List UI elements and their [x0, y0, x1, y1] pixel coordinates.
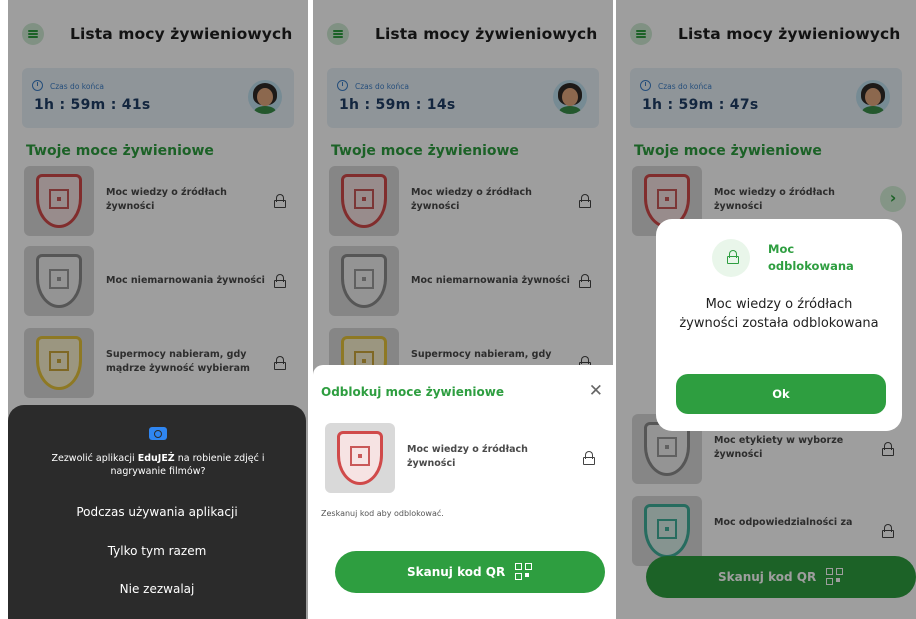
- list-item-label: Moc wiedzy o źródłach żywności: [714, 187, 835, 212]
- lock-icon: [882, 524, 894, 538]
- page-title: Lista mocy żywieniowych: [70, 25, 293, 43]
- timer-icon: [337, 80, 348, 91]
- close-icon[interactable]: ✕: [589, 383, 603, 400]
- unlock-icon: [727, 250, 739, 264]
- app-header: Lista mocy żywieniowych: [313, 0, 613, 66]
- lock-icon: [579, 274, 591, 288]
- section-title: Twoje moce żywieniowe: [26, 143, 214, 159]
- sheet-title: Odblokuj moce żywieniowe: [321, 385, 504, 399]
- timer-card: Czas do końca 1h : 59m : 41s: [22, 68, 294, 128]
- power-badge: [24, 246, 94, 316]
- camera-icon: [149, 427, 167, 440]
- avatar[interactable]: [856, 80, 890, 114]
- section-title: Twoje moce żywieniowe: [331, 143, 519, 159]
- qr-code-icon: [515, 563, 533, 581]
- page-title: Lista mocy żywieniowych: [375, 25, 598, 43]
- screen-unlock-sheet: Lista mocy żywieniowych Czas do końca 1h…: [313, 0, 613, 619]
- menu-icon[interactable]: [327, 23, 349, 45]
- shield-icon: [36, 336, 82, 390]
- avatar[interactable]: [248, 80, 282, 114]
- list-item[interactable]: Supermocy nabieram, gdy mądrze żywność w…: [22, 328, 300, 402]
- list-item[interactable]: Moc wiedzy o źródłach żywności: [323, 423, 601, 497]
- lock-icon: [583, 451, 595, 465]
- timer-label: Czas do końca: [355, 82, 409, 91]
- power-badge: [24, 328, 94, 398]
- power-badge: [24, 166, 94, 236]
- list-item-label: Moc wiedzy o źródłach żywności: [407, 444, 528, 469]
- list-item[interactable]: Moc niemarnowania żywności: [327, 246, 605, 320]
- list-item[interactable]: Moc wiedzy o źródłach żywności: [327, 166, 605, 240]
- shield-icon: [644, 504, 690, 558]
- lock-icon: [274, 356, 286, 370]
- list-item-label: Moc etykiety w wyborze żywności: [714, 435, 844, 460]
- app-header: Lista mocy żywieniowych: [8, 0, 308, 66]
- list-item-label: Moc niemarnowania żywności: [411, 275, 570, 286]
- ok-button[interactable]: Ok: [676, 374, 886, 414]
- timer-label: Czas do końca: [658, 82, 712, 91]
- list-item-label: Moc odpowiedzialności za: [714, 517, 853, 528]
- list-item-label: Moc wiedzy o źródłach żywności: [411, 187, 532, 212]
- list-item[interactable]: Moc niemarnowania żywności: [22, 246, 300, 320]
- timer-card: Czas do końca 1h : 59m : 47s: [630, 68, 902, 128]
- scan-qr-label: Skanuj kod QR: [718, 570, 817, 584]
- list-item[interactable]: Moc wiedzy o źródłach żywności: [22, 166, 300, 240]
- shield-icon: [341, 174, 387, 228]
- avatar[interactable]: [553, 80, 587, 114]
- scan-qr-button[interactable]: Skanuj kod QR: [335, 551, 605, 593]
- timer-label: Czas do końca: [50, 82, 104, 91]
- lock-icon: [579, 194, 591, 208]
- timer-value: 1h : 59m : 41s: [34, 97, 151, 113]
- shield-icon: [341, 254, 387, 308]
- unlock-badge: [712, 239, 750, 277]
- power-badge: [329, 166, 399, 236]
- dialog-message: Moc wiedzy o źródłach żywności została o…: [679, 297, 879, 331]
- shield-icon: [36, 254, 82, 308]
- app-header: Lista mocy żywieniowych: [616, 0, 916, 66]
- power-badge: [325, 423, 395, 493]
- screen-permission: Lista mocy żywieniowych Czas do końca 1h…: [8, 0, 308, 619]
- lock-icon: [274, 274, 286, 288]
- timer-value: 1h : 59m : 47s: [642, 97, 759, 113]
- allow-once-button[interactable]: Tylko tym razem: [8, 544, 306, 558]
- list-item-label: Supermocy nabieram, gdy mądrze żywność w…: [106, 349, 250, 374]
- shield-icon: [337, 431, 383, 485]
- deny-button[interactable]: Nie zezwalaj: [8, 582, 306, 596]
- timer-icon: [32, 80, 43, 91]
- list-item-label: Moc wiedzy o źródłach żywności: [106, 187, 227, 212]
- app-name: EduJEŻ: [137, 453, 175, 464]
- scan-qr-button[interactable]: Skanuj kod QR: [646, 556, 916, 598]
- shield-icon: [36, 174, 82, 228]
- lock-icon: [274, 194, 286, 208]
- timer-card: Czas do końca 1h : 59m : 14s: [327, 68, 599, 128]
- chevron-right-icon[interactable]: ›: [880, 186, 906, 212]
- scan-hint: Zeskanuj kod aby odblokować.: [321, 509, 444, 518]
- allow-while-using-button[interactable]: Podczas używania aplikacji: [8, 505, 306, 519]
- permission-dialog: Zezwolić aplikacji EduJEŻ na robienie zd…: [8, 405, 306, 619]
- page-title: Lista mocy żywieniowych: [678, 25, 901, 43]
- lock-icon: [882, 442, 894, 456]
- unlocked-dialog: Moc odblokowana Moc wiedzy o źródłach ży…: [656, 219, 902, 431]
- section-title: Twoje moce żywieniowe: [634, 143, 822, 159]
- unlock-bottom-sheet: Odblokuj moce żywieniowe ✕ Moc wiedzy o …: [313, 365, 613, 619]
- timer-icon: [640, 80, 651, 91]
- screen-unlocked-modal: Lista mocy żywieniowych Czas do końca 1h…: [616, 0, 916, 619]
- permission-text: Zezwolić aplikacji EduJEŻ na robienie zd…: [51, 453, 265, 477]
- dialog-heading: Moc odblokowana: [768, 242, 854, 273]
- list-item-label: Supermocy nabieram, gdy: [411, 349, 552, 360]
- menu-icon[interactable]: [630, 23, 652, 45]
- power-badge: [329, 246, 399, 316]
- menu-icon[interactable]: [22, 23, 44, 45]
- scan-qr-label: Skanuj kod QR: [407, 565, 506, 579]
- list-item-label: Moc niemarnowania żywności: [106, 275, 265, 286]
- qr-code-icon: [826, 568, 844, 586]
- timer-value: 1h : 59m : 14s: [339, 97, 456, 113]
